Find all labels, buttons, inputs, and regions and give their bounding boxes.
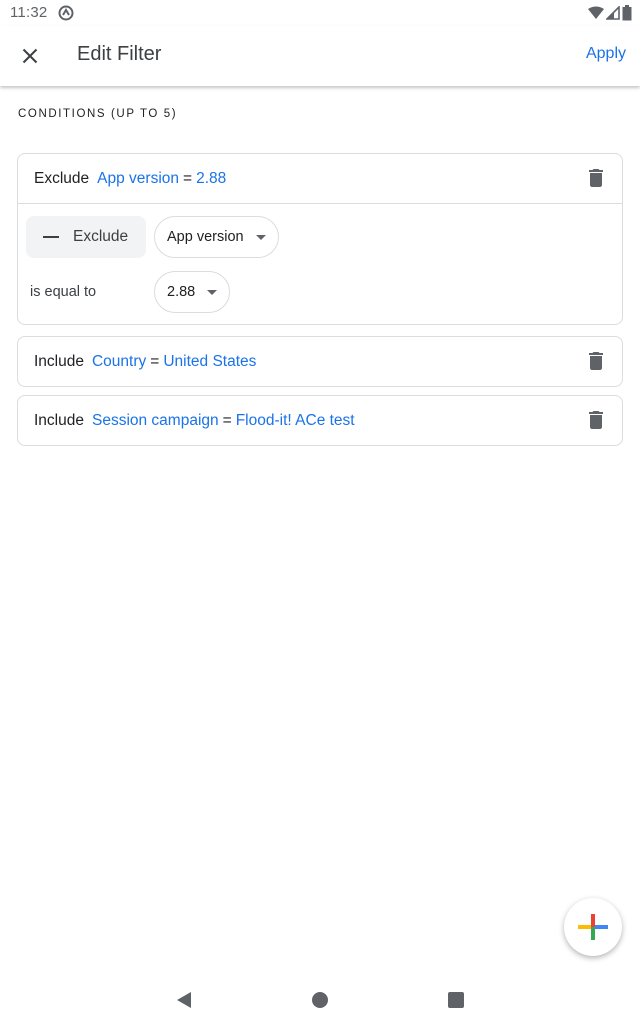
condition-value: United States (163, 352, 257, 370)
condition-card-3: Include Session campaign = Flood-it! ACe… (17, 395, 623, 446)
condition-summary[interactable]: Exclude App version = 2.88 (18, 154, 622, 203)
apply-button[interactable]: Apply (586, 45, 626, 63)
condition-summary[interactable]: Include Country = United States (18, 337, 622, 386)
close-button[interactable] (14, 40, 46, 72)
condition-operator: = (183, 169, 193, 187)
condition-operator: = (150, 352, 160, 370)
value-select-value: 2.88 (167, 284, 196, 300)
add-condition-button[interactable] (564, 898, 622, 956)
include-exclude-toggle[interactable]: Exclude (26, 216, 146, 258)
app-notification-icon (58, 5, 74, 21)
condition-editor: Exclude App version is equal to 2.88 (18, 203, 622, 324)
condition-value: 2.88 (196, 169, 227, 187)
delete-icon[interactable] (584, 408, 608, 432)
condition-value: Flood-it! ACe test (235, 411, 355, 429)
signal-icon (606, 6, 620, 20)
close-icon (22, 48, 38, 64)
home-button[interactable] (308, 988, 332, 1012)
status-icons (588, 4, 632, 22)
condition-dimension: Session campaign (91, 411, 219, 429)
page-title: Edit Filter (77, 43, 162, 65)
back-icon (177, 992, 191, 1008)
dropdown-arrow-icon (207, 290, 217, 295)
minus-icon (43, 236, 59, 238)
dimension-select-value: App version (167, 229, 244, 245)
condition-summary[interactable]: Include Session campaign = Flood-it! ACe… (18, 396, 622, 445)
operator-label: is equal to (30, 284, 97, 300)
app-bar: Edit Filter Apply (0, 26, 640, 86)
condition-mode: Include (34, 411, 84, 429)
dropdown-arrow-icon (256, 235, 266, 240)
condition-dimension: App version (97, 169, 180, 187)
condition-mode: Exclude (34, 169, 90, 187)
toggle-label: Exclude (73, 228, 129, 245)
add-icon (578, 914, 608, 940)
delete-icon[interactable] (584, 349, 608, 373)
recents-icon (448, 992, 464, 1008)
condition-card-1: Exclude App version = 2.88 Exclude App v… (17, 153, 623, 325)
value-select[interactable]: 2.88 (154, 271, 230, 313)
back-button[interactable] (172, 988, 196, 1012)
condition-operator: = (222, 411, 232, 429)
system-nav-bar (0, 976, 640, 1024)
condition-card-2: Include Country = United States (17, 336, 623, 387)
status-time: 11:32 (10, 4, 48, 21)
dimension-select[interactable]: App version (154, 216, 279, 258)
condition-dimension: Country (91, 352, 147, 370)
status-bar: 11:32 (0, 0, 640, 26)
battery-icon (622, 5, 632, 21)
home-icon (312, 992, 328, 1008)
wifi-icon (588, 6, 604, 19)
recents-button[interactable] (444, 988, 468, 1012)
delete-icon[interactable] (584, 166, 608, 190)
condition-mode: Include (34, 352, 84, 370)
conditions-header: CONDITIONS (UP TO 5) (18, 108, 178, 120)
